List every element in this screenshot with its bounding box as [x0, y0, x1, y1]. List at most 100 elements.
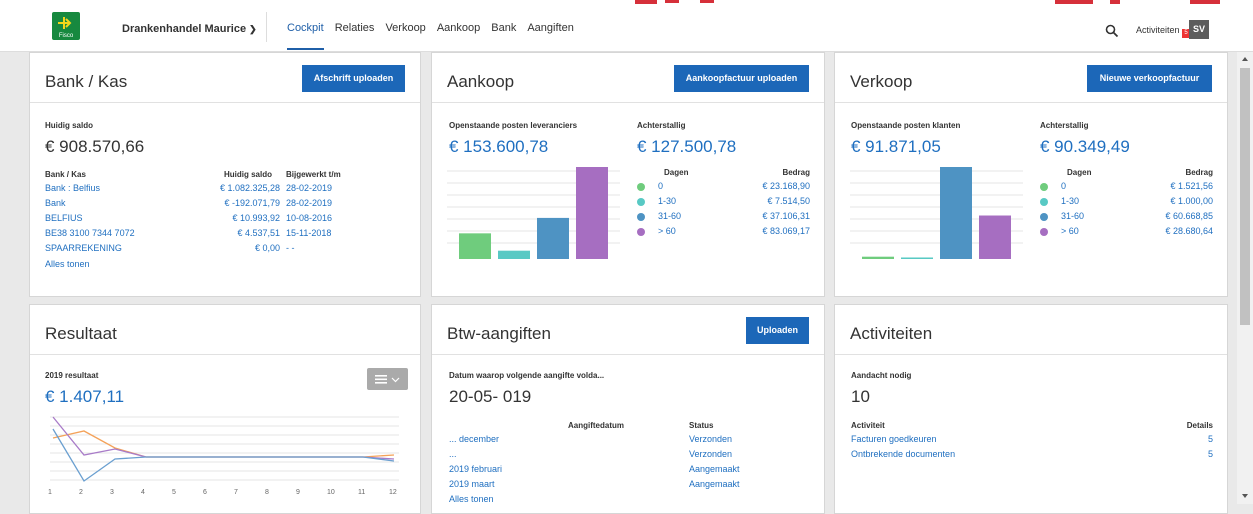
chart-menu-button[interactable] — [367, 368, 408, 390]
chevron-down-icon: ❯ — [249, 24, 257, 34]
open-items-label: Openstaande posten leveranciers — [449, 121, 578, 130]
next-filing-date: 20-05- 019 — [449, 387, 532, 406]
company-selector[interactable]: Drankenhandel Maurice ❯ — [122, 23, 257, 35]
x-tick-label: 5 — [172, 489, 176, 496]
bank-row-name[interactable]: Bank — [45, 198, 66, 208]
col-date: Bijgewerkt t/m — [286, 170, 341, 179]
main-nav: Cockpit Relaties Verkoop Aankoop Bank Aa… — [287, 22, 585, 50]
aging-amount: € 7.514,50 — [767, 196, 810, 206]
aging-days[interactable]: > 60 — [1061, 226, 1079, 236]
aging-days[interactable]: 1-30 — [1061, 196, 1079, 206]
aging-days[interactable]: 31-60 — [658, 211, 681, 221]
scrollbar-thumb[interactable] — [1240, 68, 1250, 325]
aging-amount: € 83.069,17 — [762, 226, 810, 236]
aging-days[interactable]: 0 — [658, 181, 663, 191]
open-items-value: € 91.871,05 — [851, 137, 941, 156]
bar[interactable] — [537, 217, 569, 259]
bar[interactable] — [576, 167, 608, 259]
x-tick-label: 11 — [358, 489, 366, 496]
bar[interactable] — [498, 250, 530, 259]
aging-amount: € 28.680,64 — [1165, 226, 1213, 236]
bank-row-saldo: € 1.082.325,28 — [219, 183, 280, 193]
activity-row-name[interactable]: Facturen goedkeuren — [851, 434, 937, 444]
divider — [266, 12, 267, 42]
vat-panel: Btw-aangiften Uploaden Datum waarop volg… — [431, 304, 825, 514]
bank-row-date: 28-02-2019 — [286, 198, 333, 208]
activity-row-count[interactable]: 5 — [1165, 449, 1213, 459]
show-all-link[interactable]: Alles tonen — [449, 494, 494, 504]
aging-days[interactable]: 0 — [1061, 181, 1066, 191]
nav-verkoop[interactable]: Verkoop — [385, 22, 425, 50]
bank-panel: Bank / Kas Afschrift uploaden Huidig sal… — [29, 52, 421, 297]
scroll-up-icon[interactable] — [1240, 55, 1250, 63]
overdue-label: Achterstallig — [637, 121, 686, 130]
panel-header: Activiteiten — [835, 305, 1227, 355]
year-result-label: 2019 resultaat — [45, 371, 99, 380]
logo-arrow-icon — [58, 17, 72, 29]
col-days: Dagen — [1067, 168, 1092, 177]
vat-row-status: Aangemaakt — [689, 464, 740, 474]
bank-row-name[interactable]: BELFIUS — [45, 213, 83, 223]
activity-row-count[interactable]: 5 — [1165, 434, 1213, 444]
vat-row-period[interactable]: ... — [449, 449, 457, 459]
bank-row-name[interactable]: BE38 3100 7344 7072 — [45, 228, 135, 238]
bank-row-date: 10-08-2016 — [286, 213, 333, 223]
aging-days[interactable]: 1-30 — [658, 196, 676, 206]
x-tick-label: 2 — [79, 489, 83, 496]
x-tick-label: 10 — [327, 489, 335, 496]
vat-row-period[interactable]: ... december — [449, 434, 499, 444]
legend-dot — [637, 183, 645, 191]
legend-dot — [1040, 183, 1048, 191]
nav-bank[interactable]: Bank — [491, 22, 516, 50]
bank-row-saldo: € 0,00 — [254, 243, 280, 253]
x-tick-label: 3 — [110, 489, 114, 496]
bar[interactable] — [940, 167, 972, 259]
aging-days[interactable]: 31-60 — [1061, 211, 1084, 221]
bank-row-saldo: € 10.993,92 — [232, 213, 280, 223]
legend-dot — [1040, 213, 1048, 221]
fisco-logo[interactable]: Fisco — [52, 12, 80, 40]
nav-relaties[interactable]: Relaties — [335, 22, 375, 50]
bar[interactable] — [979, 215, 1011, 259]
nav-aankoop[interactable]: Aankoop — [437, 22, 480, 50]
company-name: Drankenhandel Maurice — [122, 23, 247, 35]
avatar[interactable]: SV — [1189, 20, 1209, 39]
vat-row-period[interactable]: 2019 maart — [449, 479, 495, 489]
show-all-link[interactable]: Alles tonen — [45, 259, 90, 269]
upload-vat-button[interactable]: Uploaden — [746, 317, 809, 344]
decorative-red-marks — [635, 0, 1220, 4]
legend-dot — [637, 198, 645, 206]
year-result-value: € 1.407,11 — [45, 387, 125, 406]
aging-days[interactable]: > 60 — [658, 226, 676, 236]
vat-row-period[interactable]: 2019 februari — [449, 464, 502, 474]
upload-purchase-invoice-button[interactable]: Aankoopfactuur uploaden — [674, 65, 809, 92]
scroll-down-icon[interactable] — [1240, 492, 1250, 500]
overdue-value: € 127.500,78 — [637, 137, 737, 156]
bank-row-name[interactable]: SPAARREKENING — [45, 243, 122, 253]
col-amount: Bedrag — [1185, 168, 1213, 177]
nav-cockpit[interactable]: Cockpit — [287, 22, 324, 50]
bar[interactable] — [459, 233, 491, 259]
vat-row-status: Verzonden — [689, 434, 733, 444]
bank-row-name[interactable]: Bank : Belfius — [45, 183, 100, 193]
result-panel: Resultaat 2019 resultaat € 1.407,11 1234… — [29, 304, 421, 514]
bar[interactable] — [901, 257, 933, 259]
panel-title: Verkoop — [850, 72, 913, 91]
bar[interactable] — [862, 256, 894, 259]
new-sales-invoice-button[interactable]: Nieuwe verkoopfactuur — [1087, 65, 1212, 92]
purchase-bar-chart — [447, 167, 620, 259]
aging-amount: € 23.168,90 — [762, 181, 810, 191]
x-tick-label: 6 — [203, 489, 207, 496]
hamburger-icon — [375, 375, 400, 384]
logo-text: Fisco — [58, 33, 74, 39]
nav-aangiften[interactable]: Aangiften — [527, 22, 573, 50]
col-bank: Bank / Kas — [45, 170, 86, 179]
upload-statement-button[interactable]: Afschrift uploaden — [302, 65, 405, 92]
search-icon[interactable] — [1105, 24, 1119, 38]
x-tick-label: 9 — [296, 489, 300, 496]
next-filing-label: Datum waarop volgende aangifte volda... — [449, 371, 605, 380]
sales-bar-chart — [850, 167, 1023, 259]
activity-row-name[interactable]: Ontbrekende documenten — [851, 449, 955, 459]
panel-title: Btw-aangiften — [447, 324, 551, 343]
bank-row-date: - - — [286, 243, 295, 253]
